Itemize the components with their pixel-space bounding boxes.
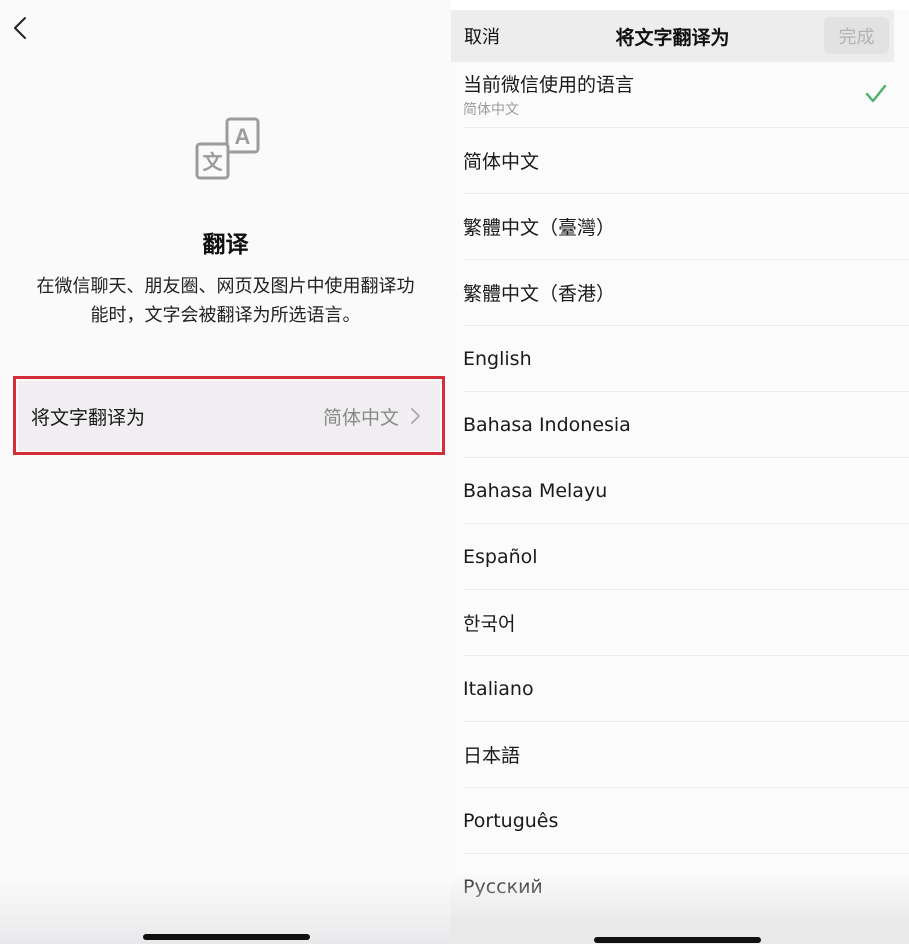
language-label: Русский: [463, 875, 543, 898]
checkmark-icon: [865, 84, 887, 103]
language-label: Bahasa Indonesia: [463, 413, 631, 436]
language-label: English: [463, 347, 532, 370]
chevron-right-icon: [411, 408, 420, 424]
translate-to-setting-row[interactable]: 将文字翻译为 简体中文: [18, 381, 440, 451]
language-item[interactable]: Русский: [463, 854, 909, 920]
language-label: Italiano: [463, 677, 534, 700]
language-list: 当前微信使用的语言 简体中文 简体中文繁體中文（臺灣） 繁體中文（香港） Engli…: [463, 62, 909, 920]
home-indicator[interactable]: [594, 937, 761, 943]
language-item[interactable]: Italiano: [463, 656, 909, 722]
icon-letter-a: A: [235, 124, 251, 149]
language-item[interactable]: Português: [463, 788, 909, 854]
page-description: 在微信聊天、朋友圈、网页及图片中使用翻译功能时，文字会被翻译为所选语言。: [36, 276, 415, 326]
language-item[interactable]: 日本語: [463, 722, 909, 788]
picker-header: 取消 将文字翻译为 完成: [451, 10, 894, 62]
language-label: 한국어: [463, 613, 516, 635]
top-band: [451, 0, 909, 10]
page-title: 翻译: [202, 232, 249, 258]
language-item-current[interactable]: 当前微信使用的语言 简体中文: [463, 62, 909, 128]
language-label: 繁體中文（香港）: [463, 283, 616, 305]
language-label: Português: [463, 809, 559, 832]
translate-settings-page: A 文 翻译 在微信聊天、朋友圈、网页及图片中使用翻译功能时，文字会被翻译为所选…: [0, 0, 451, 944]
language-item[interactable]: English: [463, 326, 909, 392]
language-item[interactable]: Bahasa Melayu: [463, 458, 909, 524]
language-item[interactable]: 繁體中文（臺灣）: [463, 194, 909, 260]
language-item[interactable]: 한국어: [463, 590, 909, 656]
back-button[interactable]: [6, 12, 34, 44]
screen: A 文 翻译 在微信聊天、朋友圈、网页及图片中使用翻译功能时，文字会被翻译为所选…: [0, 0, 909, 944]
home-indicator[interactable]: [143, 934, 310, 940]
language-item[interactable]: 简体中文: [463, 128, 909, 194]
done-button[interactable]: 完成: [824, 17, 889, 54]
language-label: 简体中文: [463, 151, 540, 173]
language-picker-sheet: 取消 将文字翻译为 完成 当前微信使用的语言 简体中文 简体中文繁體中文（臺灣）…: [451, 0, 909, 944]
language-label: Bahasa Melayu: [463, 479, 608, 502]
icon-letter-wen: 文: [203, 150, 224, 174]
language-label: 日本語: [463, 745, 521, 767]
translate-icon: A 文: [195, 117, 260, 180]
language-sublabel: 简体中文: [463, 102, 519, 118]
cancel-button[interactable]: 取消: [464, 23, 500, 49]
setting-value: 简体中文: [322, 406, 399, 429]
language-item[interactable]: 繁體中文（香港）: [463, 260, 909, 326]
language-item[interactable]: Español: [463, 524, 909, 590]
language-label: 繁體中文（臺灣）: [463, 217, 616, 239]
language-item[interactable]: Bahasa Indonesia: [463, 392, 909, 458]
chevron-left-icon: [14, 17, 26, 39]
setting-label: 将文字翻译为: [31, 406, 146, 429]
language-label: 当前微信使用的语言: [463, 74, 635, 96]
language-label: Español: [463, 545, 538, 568]
